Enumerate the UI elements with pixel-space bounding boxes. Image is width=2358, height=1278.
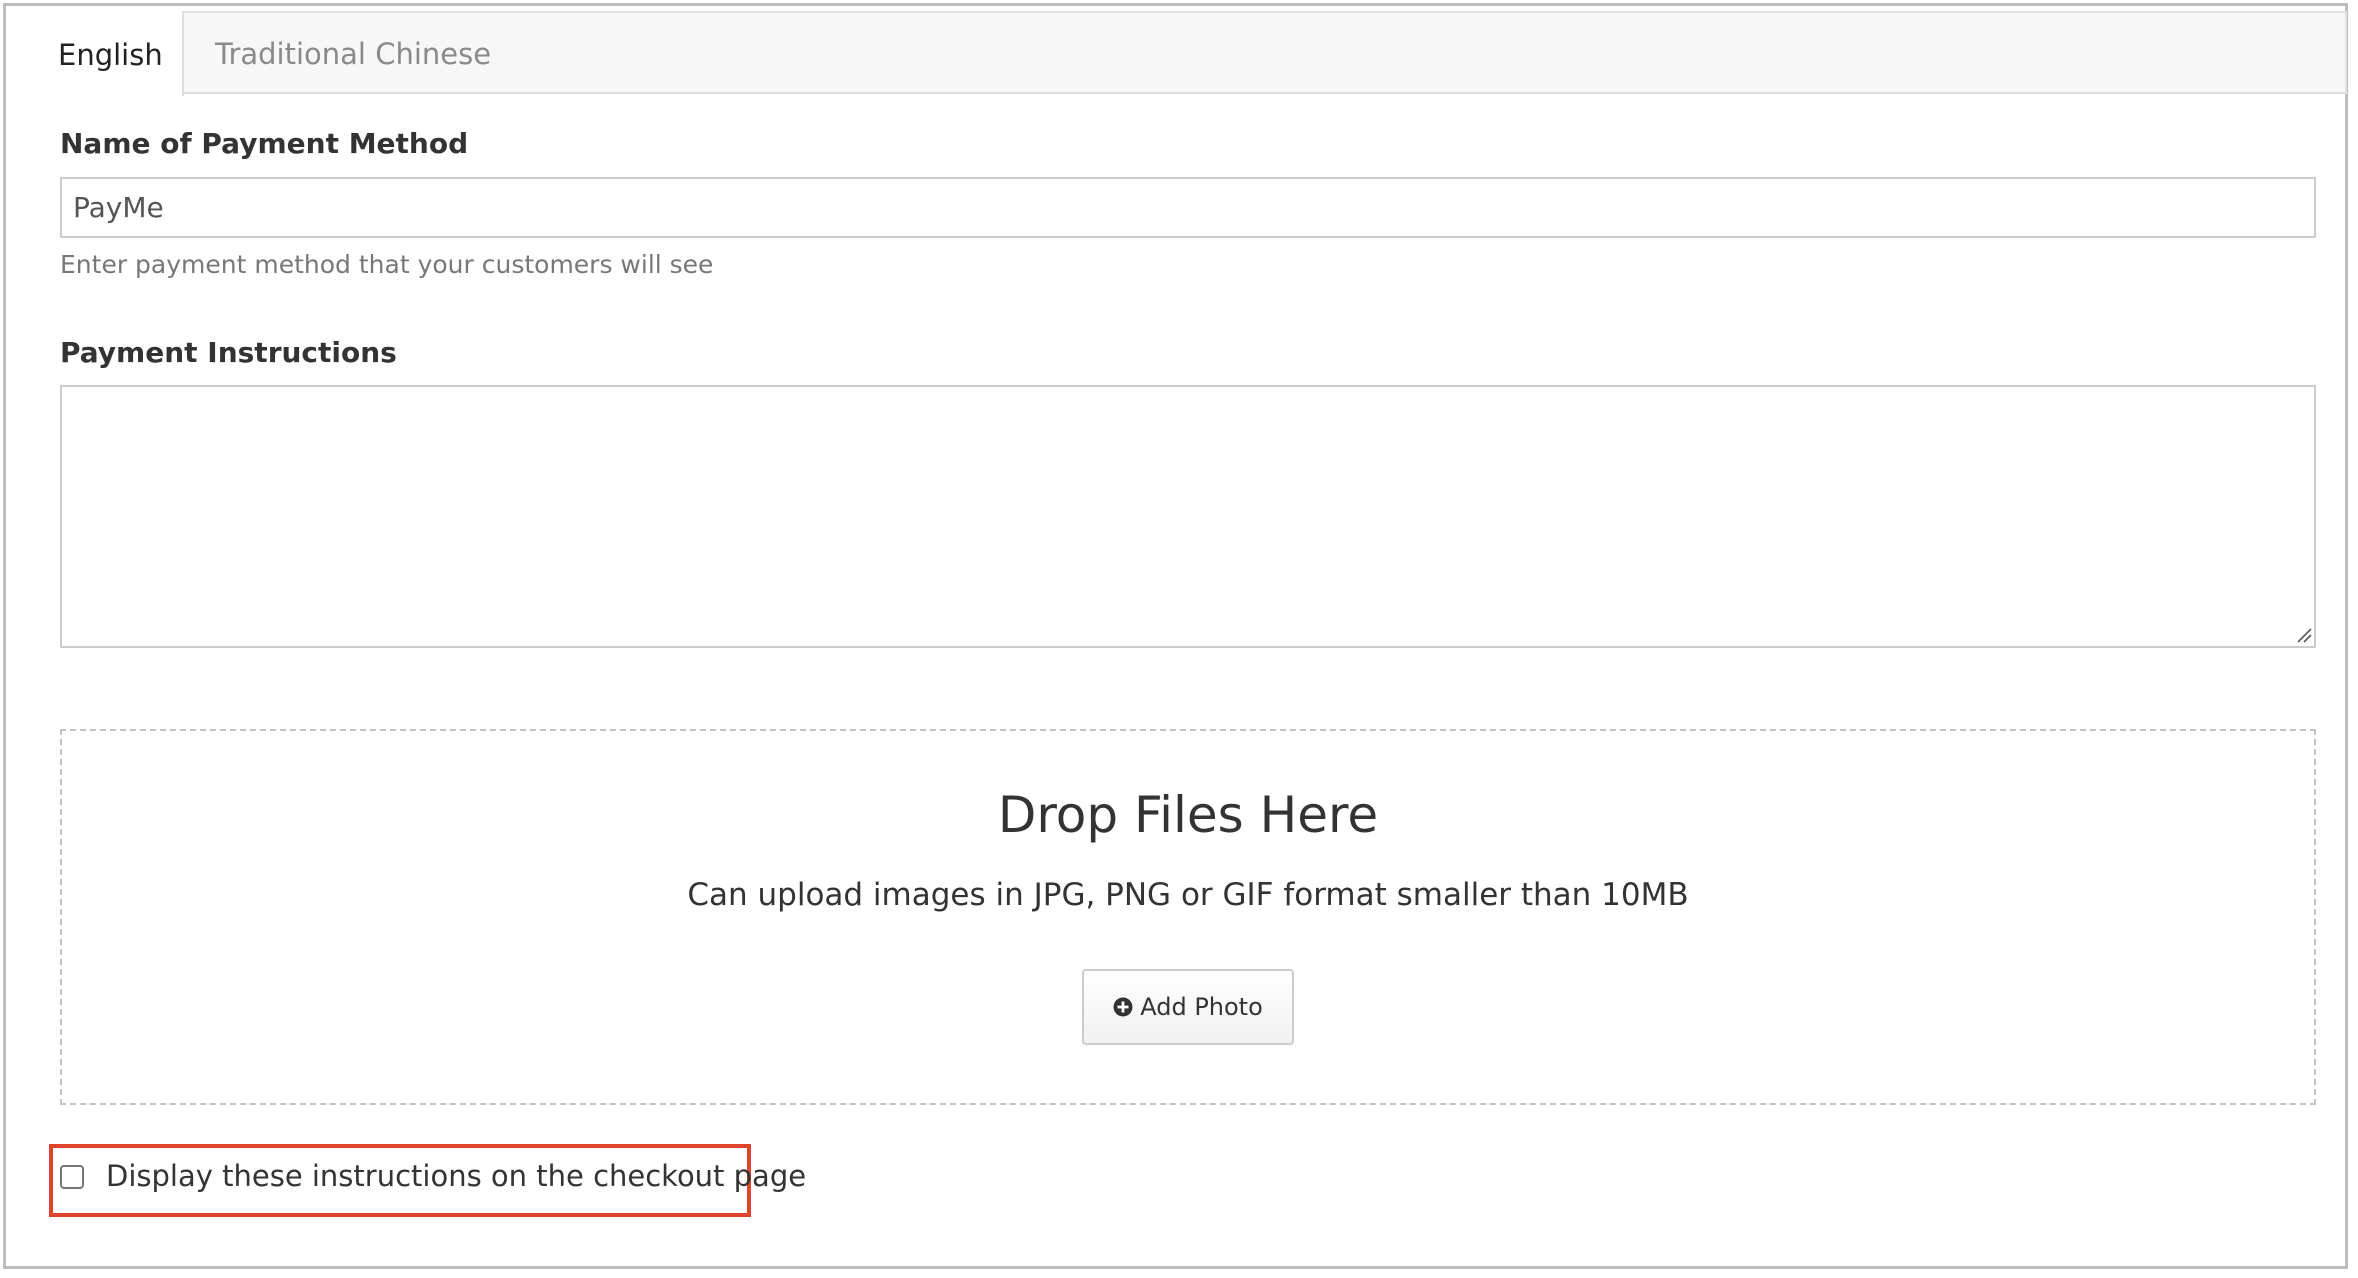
tab-traditional-chinese-label: Traditional Chinese [215,37,492,71]
dropzone-title: Drop Files Here [997,786,1379,844]
dropzone-subtitle: Can upload images in JPG, PNG or GIF for… [687,877,1689,913]
language-tabs: English Traditional Chinese [29,11,2347,96]
display-on-checkout-label[interactable]: Display these instructions on the checko… [106,1159,806,1193]
payment-instructions-label: Payment Instructions [60,336,397,369]
tab-traditional-chinese[interactable]: Traditional Chinese [215,13,491,96]
payment-method-help-text: Enter payment method that your customers… [60,250,714,279]
payment-method-name-label: Name of Payment Method [60,127,469,160]
plus-circle-icon [1113,997,1133,1017]
tab-english[interactable]: English [29,11,184,96]
file-dropzone[interactable]: Drop Files Here Can upload images in JPG… [60,729,2316,1105]
resize-grip-icon[interactable] [2296,627,2312,643]
payment-instructions-textarea[interactable] [60,385,2316,648]
add-photo-button-label: Add Photo [1140,993,1263,1021]
payment-method-name-input[interactable] [60,177,2316,238]
display-on-checkout-checkbox[interactable] [60,1165,84,1189]
form-panel: English Traditional Chinese Name of Paym… [3,3,2348,1269]
tab-english-label: English [58,38,163,72]
add-photo-button[interactable]: Add Photo [1082,969,1294,1045]
